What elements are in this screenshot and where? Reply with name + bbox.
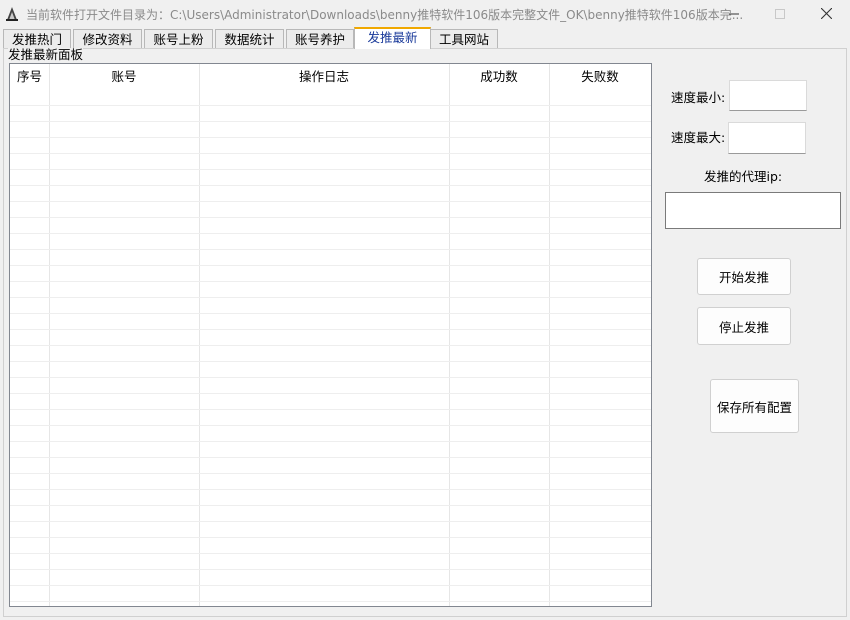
- table-row-line: [10, 553, 651, 554]
- table-row-line: [10, 297, 651, 298]
- close-button[interactable]: [803, 0, 849, 27]
- table-row-line: [10, 601, 651, 602]
- stop-tweeting-button[interactable]: 停止发推: [697, 307, 791, 345]
- table-row-line: [10, 569, 651, 570]
- table-row-line: [10, 537, 651, 538]
- table-row-line: [10, 377, 651, 378]
- table-row-line: [10, 521, 651, 522]
- panel-title: 发推最新面板: [8, 47, 84, 62]
- table-row-line: [10, 281, 651, 282]
- speed-max-input[interactable]: [728, 122, 806, 154]
- table-row-line: [10, 201, 651, 202]
- tab-account-followers[interactable]: 账号上粉: [144, 29, 213, 48]
- table-row-line: [10, 425, 651, 426]
- maximize-icon: [775, 8, 785, 19]
- table-row-line: [10, 153, 651, 154]
- table-row-line: [10, 169, 651, 170]
- column-header-success[interactable]: 成功数: [449, 64, 549, 90]
- table-row-line: [10, 393, 651, 394]
- table-row-line: [10, 313, 651, 314]
- minimize-icon: [729, 13, 739, 14]
- table-row-line: [10, 217, 651, 218]
- column-header-log[interactable]: 操作日志: [199, 64, 449, 90]
- start-tweeting-button[interactable]: 开始发推: [697, 258, 791, 295]
- proxy-ip-input[interactable]: [665, 192, 841, 229]
- table-header: 序号 账号 操作日志 成功数 失败数: [10, 64, 651, 90]
- speed-min-label: 速度最小:: [671, 90, 726, 105]
- tab-tool-sites[interactable]: 工具网站: [430, 29, 498, 48]
- table-row-line: [10, 233, 651, 234]
- table-row-line: [10, 585, 651, 586]
- table-row-line: [10, 265, 651, 266]
- tab-statistics[interactable]: 数据统计: [215, 29, 284, 48]
- proxy-ip-label: 发推的代理ip:: [704, 169, 783, 184]
- table-row-line: [10, 361, 651, 362]
- tab-hot-tweets[interactable]: 发推热门: [3, 29, 71, 48]
- save-all-config-button[interactable]: 保存所有配置: [710, 379, 799, 433]
- tab-latest-tweets[interactable]: 发推最新: [354, 27, 431, 49]
- close-icon: [820, 8, 832, 19]
- table-row-line: [10, 345, 651, 346]
- table-row-line: [10, 489, 651, 490]
- window-title: 当前软件打开文件目录为：C:\Users\Administrator\Downl…: [26, 8, 744, 22]
- table-row-line: [10, 121, 651, 122]
- column-header-index[interactable]: 序号: [10, 64, 49, 90]
- table-row-line: [10, 249, 651, 250]
- table-row-line: [10, 409, 651, 410]
- app-logo-icon: [6, 7, 18, 21]
- column-divider: [199, 64, 200, 606]
- speed-min-input[interactable]: [729, 80, 807, 111]
- table-row-line: [10, 137, 651, 138]
- table-row-line: [10, 105, 651, 106]
- speed-max-label: 速度最大:: [671, 130, 726, 145]
- table-row-line: [10, 473, 651, 474]
- table-row-line: [10, 441, 651, 442]
- column-divider: [449, 64, 450, 606]
- table-row-line: [10, 185, 651, 186]
- column-divider: [49, 64, 50, 606]
- column-divider: [549, 64, 550, 606]
- column-header-account[interactable]: 账号: [49, 64, 199, 90]
- table-row-line: [10, 329, 651, 330]
- maximize-button[interactable]: [757, 0, 803, 27]
- column-header-failure[interactable]: 失败数: [549, 64, 651, 90]
- table-row-line: [10, 457, 651, 458]
- tab-account-nurture[interactable]: 账号养护: [286, 29, 354, 48]
- table-row-line: [10, 505, 651, 506]
- log-table[interactable]: 序号 账号 操作日志 成功数 失败数: [9, 63, 652, 607]
- minimize-button[interactable]: [711, 0, 757, 27]
- title-bar: 当前软件打开文件目录为：C:\Users\Administrator\Downl…: [0, 0, 850, 27]
- tab-edit-profile[interactable]: 修改资料: [73, 29, 142, 48]
